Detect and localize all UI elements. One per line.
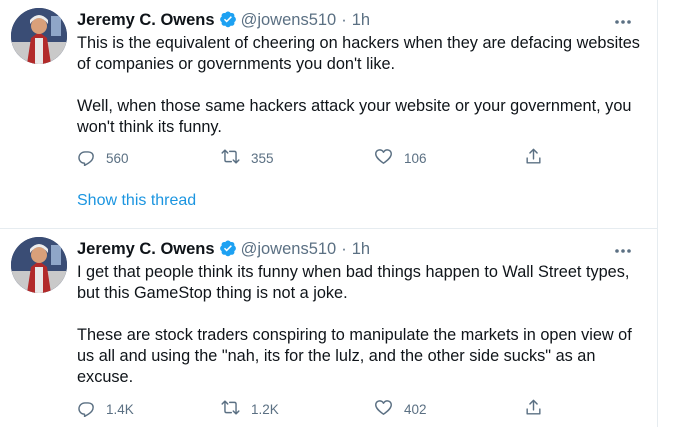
like-button[interactable]: 402 [373, 399, 427, 419]
author-handle[interactable]: @jowens510 [241, 240, 337, 258]
retweet-icon [220, 398, 251, 420]
share-icon [524, 147, 553, 169]
like-icon [373, 398, 404, 420]
tweet-paragraph: This is the equivalent of cheering on ha… [77, 34, 640, 73]
header-separator: · [341, 240, 347, 258]
reply-button[interactable]: 560 [77, 148, 129, 168]
author-name[interactable]: Jeremy C. Owens [77, 240, 215, 258]
tweet-actions: 1.4K 1.2K 402 [77, 399, 557, 419]
author-name[interactable]: Jeremy C. Owens [77, 11, 215, 29]
reply-count: 560 [106, 150, 129, 166]
avatar[interactable] [11, 8, 67, 64]
tweet-2[interactable]: Jeremy C. Owens @jowens510 · 1h I get that … [0, 229, 657, 427]
retweet-count: 355 [251, 150, 274, 166]
timeline-right-border [657, 0, 658, 427]
share-button[interactable] [524, 399, 553, 419]
share-icon [524, 398, 553, 420]
verified-icon [219, 10, 237, 34]
verified-icon [219, 239, 237, 263]
retweet-button[interactable]: 355 [220, 148, 274, 168]
tweet-timestamp[interactable]: 1h [352, 11, 370, 29]
tweet-1[interactable]: Jeremy C. Owens @jowens510 · 1h This is the… [0, 0, 657, 228]
reply-count: 1.4K [106, 401, 134, 417]
avatar[interactable] [11, 237, 67, 293]
reply-button[interactable]: 1.4K [77, 399, 134, 419]
reply-icon [77, 398, 106, 420]
like-count: 402 [404, 401, 427, 417]
tweet-text: This is the equivalent of cheering on ha… [77, 33, 652, 159]
reply-icon [77, 147, 106, 169]
tweet-header: Jeremy C. Owens @jowens510 · 1h [77, 238, 370, 260]
author-handle[interactable]: @jowens510 [241, 11, 337, 29]
more-icon[interactable] [612, 243, 634, 253]
header-separator: · [341, 11, 347, 29]
share-button[interactable] [524, 148, 553, 168]
tweet-paragraph: These are stock traders conspiring to ma… [77, 326, 632, 386]
like-count: 106 [404, 150, 427, 166]
tweet-paragraph: I get that people think its funny when b… [77, 263, 630, 302]
like-icon [373, 147, 404, 169]
show-thread-link[interactable]: Show this thread [77, 192, 196, 210]
like-button[interactable]: 106 [373, 148, 427, 168]
tweet-timestamp[interactable]: 1h [352, 240, 370, 258]
tweet-text: I get that people think its funny when b… [77, 262, 652, 409]
tweet-paragraph: Well, when those same hackers attack you… [77, 97, 632, 136]
retweet-count: 1.2K [251, 401, 279, 417]
more-icon[interactable] [612, 14, 634, 24]
retweet-icon [220, 147, 251, 169]
tweet-header: Jeremy C. Owens @jowens510 · 1h [77, 9, 370, 31]
tweet-actions: 560 355 106 [77, 148, 557, 168]
retweet-button[interactable]: 1.2K [220, 399, 279, 419]
